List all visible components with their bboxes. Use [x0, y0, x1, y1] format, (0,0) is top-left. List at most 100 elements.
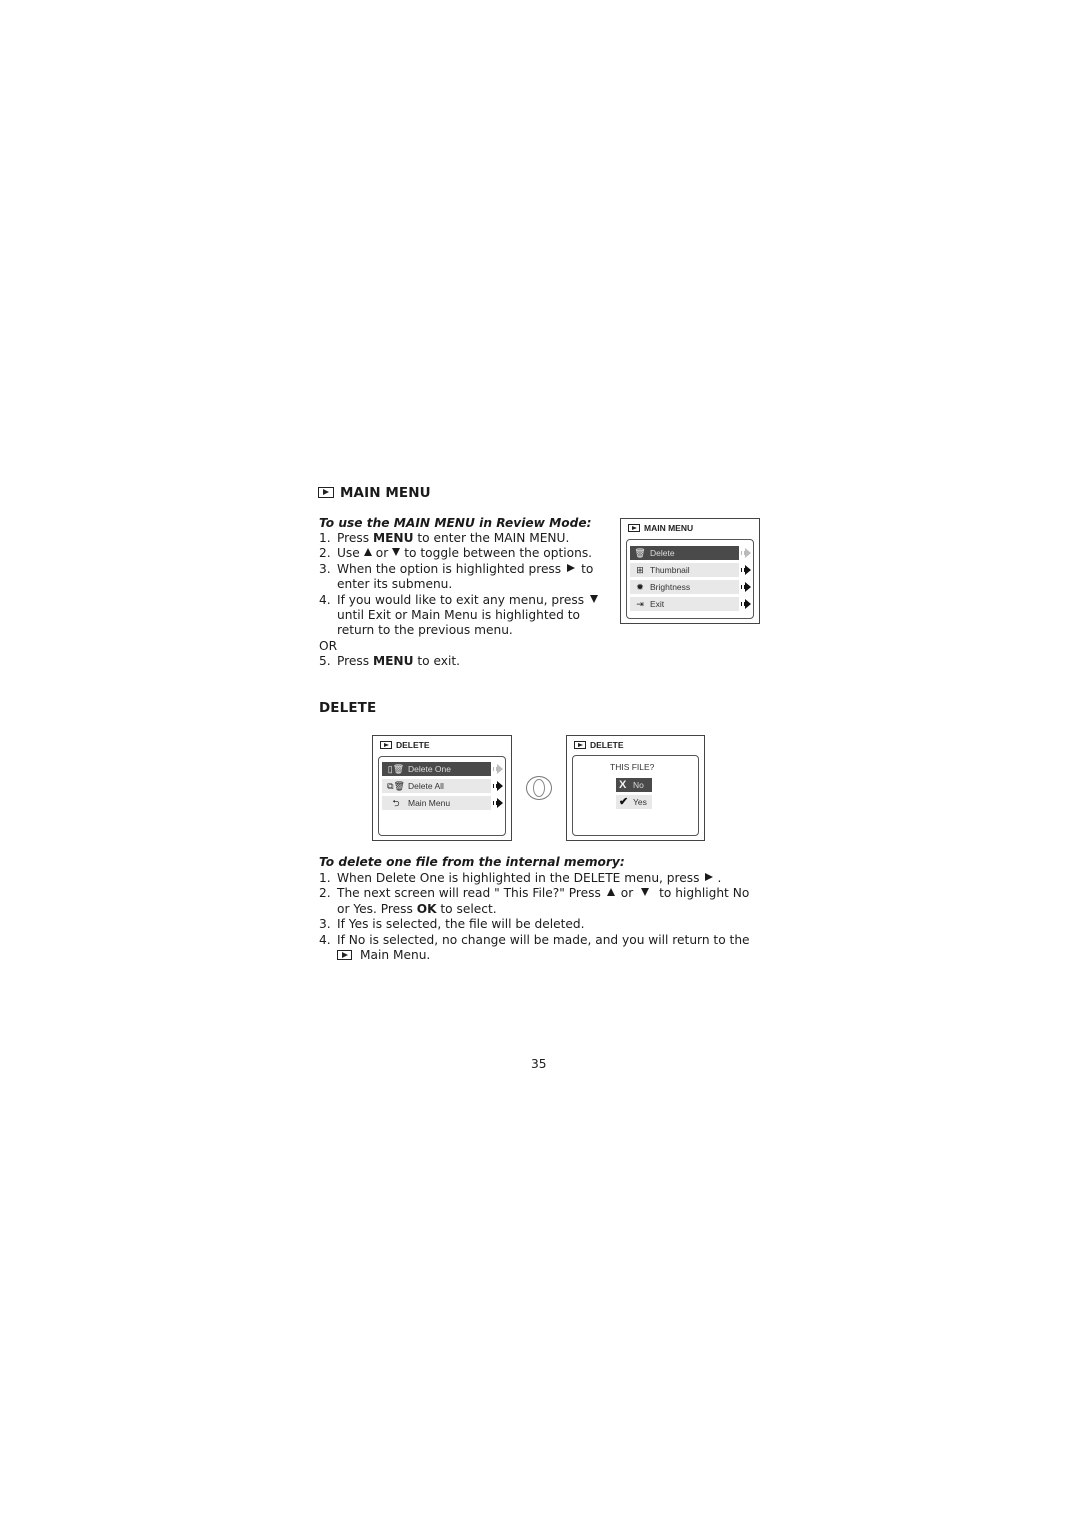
step-number: 4. [319, 932, 331, 947]
play-mode-icon [628, 524, 640, 532]
menu-item-delete-one[interactable]: ▯🗑︎ Delete One [382, 762, 491, 776]
screen-title-text: MAIN MENU [644, 523, 694, 533]
step-text: If you would like to exit any menu, pres… [337, 592, 585, 607]
submenu-arrow-icon [741, 599, 753, 609]
main-menu-heading: MAIN MENU [318, 485, 431, 501]
navigation-pad-icon [526, 776, 552, 800]
step-text: Main Menu. [360, 948, 431, 963]
screen-title: DELETE [574, 740, 624, 750]
choice-label: No [633, 780, 644, 790]
trash-icon: 🗑︎ [634, 548, 646, 558]
submenu-arrow-icon [493, 781, 505, 791]
step-1: 1. Press MENU to enter the MAIN MENU. [319, 531, 602, 546]
step-text: Use [337, 546, 360, 561]
screen-title: MAIN MENU [628, 523, 693, 533]
step-5: 5. Press MENU to exit. [319, 654, 602, 669]
submenu-arrow-icon [741, 582, 753, 592]
step-4: 4. If you would like to exit any menu, pr… [319, 593, 602, 608]
step-text: The next screen will read " This File?" … [337, 886, 601, 901]
ok-key-label: OK [416, 901, 437, 916]
menu-item-delete-all[interactable]: ⧉🗑︎ Delete All [382, 779, 491, 793]
menu-key-label: MENU [372, 531, 414, 545]
step-text: When Delete One is highlighted in the DE… [337, 871, 700, 885]
submenu-arrow-icon [741, 565, 753, 575]
x-icon: X [619, 779, 627, 791]
step-number: 1. [319, 871, 331, 885]
step-text: Press [337, 531, 373, 545]
step-3-continued: enter its submenu. [337, 577, 453, 592]
menu-item-label: Delete All [408, 781, 444, 791]
step-4: 4. If No is selected, no change will be m… [319, 933, 750, 948]
step-1: 1. When Delete One is highlighted in the … [319, 871, 750, 886]
step-text: to toggle between the options. [404, 546, 593, 561]
step-text: If No is selected, no change will be mad… [337, 932, 750, 947]
menu-item-label: Main Menu [408, 798, 451, 808]
choice-label: Yes [633, 797, 647, 807]
step-text: to select. [436, 901, 497, 916]
delete-subtitle: To delete one file from the internal mem… [319, 855, 625, 869]
down-arrow-icon [392, 548, 401, 557]
step-number: 4. [319, 592, 331, 607]
step-number: 2. [319, 886, 331, 901]
menu-item-delete[interactable]: 🗑︎ Delete [630, 546, 739, 560]
step-text: to exit. [413, 654, 461, 669]
step-number: 5. [319, 654, 331, 669]
step-2-continued: or Yes. Press OK to select. [319, 902, 750, 917]
right-arrow-icon [567, 563, 576, 572]
step-4-continued: Main Menu. [319, 948, 750, 963]
step-text: When the option is highlighted press [337, 561, 562, 576]
menu-item-brightness[interactable]: ✹ Brightness [630, 580, 739, 594]
grid-icon: ⊞ [636, 565, 644, 575]
menu-item-main-menu[interactable]: ⮌ Main Menu [382, 796, 491, 810]
step-text: or Yes. Press [337, 901, 417, 916]
step-text: . [717, 871, 722, 885]
play-mode-icon [380, 741, 392, 749]
delete-steps: 1. When Delete One is highlighted in the … [319, 871, 750, 963]
step-2: 2. The next screen will read " This File?… [319, 886, 750, 901]
play-mode-icon [337, 950, 352, 961]
choice-yes[interactable]: ✔ Yes [616, 795, 652, 809]
step-4-continued: return to the previous menu. [337, 623, 513, 638]
return-arrow-icon: ⮌ [392, 798, 400, 808]
step-text: Press [337, 654, 373, 669]
menu-item-label: Delete One [408, 764, 451, 774]
screen-title-text: DELETE [590, 740, 624, 750]
menu-item-label: Exit [650, 599, 665, 609]
step-number: 3. [319, 917, 331, 932]
step-number: 2. [319, 546, 331, 561]
step-4-continued: until Exit or Main Menu is highlighted t… [337, 608, 581, 623]
submenu-arrow-icon [493, 764, 505, 774]
step-3: 3. If Yes is selected, the file will be d… [319, 917, 750, 932]
down-arrow-icon [590, 594, 599, 603]
sun-icon: ✹ [636, 582, 644, 592]
confirm-question: THIS FILE? [610, 762, 655, 772]
step-text: or [375, 546, 389, 561]
step-text: to [581, 561, 594, 576]
menu-item-label: Brightness [650, 582, 691, 592]
step-number: 1. [319, 531, 331, 545]
delete-heading: DELETE [319, 700, 377, 716]
main-menu-subtitle: To use the MAIN MENU in Review Mode: [319, 516, 592, 530]
step-number: 3. [319, 561, 331, 576]
menu-item-thumbnail[interactable]: ⊞ Thumbnail [630, 563, 739, 577]
menu-item-exit[interactable]: ⇥ Exit [630, 597, 739, 611]
submenu-arrow-icon [741, 548, 753, 558]
check-icon: ✔ [619, 796, 629, 808]
delete-all-icon: ⧉🗑︎ [387, 781, 405, 791]
down-arrow-icon [641, 888, 650, 897]
main-menu-title: MAIN MENU [340, 485, 431, 501]
submenu-arrow-icon [493, 798, 505, 808]
right-arrow-icon [705, 873, 714, 881]
main-menu-steps: 1. Press MENU to enter the MAIN MENU. 2. U… [319, 531, 602, 670]
up-arrow-icon [606, 888, 615, 897]
exit-door-icon: ⇥ [636, 599, 644, 609]
step-3: 3. When the option is highlighted press to [319, 562, 602, 577]
step-text: or [620, 886, 634, 901]
screen-title-text: DELETE [396, 740, 430, 750]
step-2: 2. Use or to toggle between the options. [319, 546, 602, 561]
choice-no[interactable]: X No [616, 778, 652, 792]
play-mode-icon [574, 741, 586, 749]
or-label: OR [319, 638, 338, 653]
menu-item-label: Thumbnail [650, 565, 690, 575]
menu-key-label: MENU [372, 654, 414, 669]
